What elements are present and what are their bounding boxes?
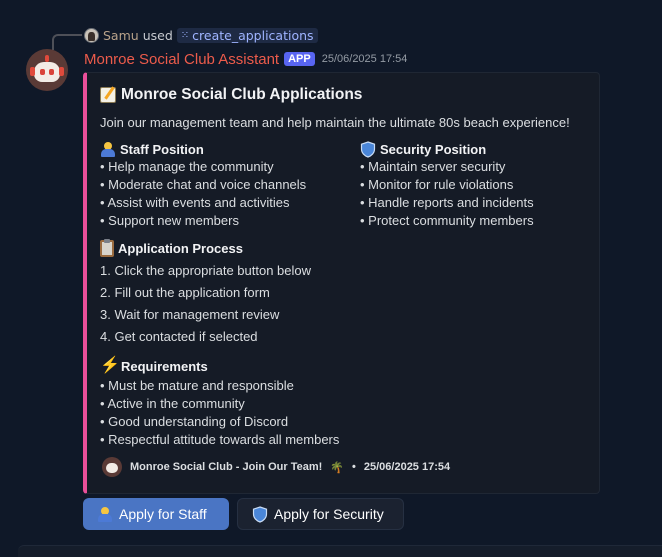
application-embed: Monroe Social Club Applications Join our…	[83, 72, 600, 494]
list-item: • Support new members	[100, 213, 239, 228]
staff-field: Staff Position • Help manage the communi…	[100, 140, 306, 230]
footer-separator: •	[352, 461, 356, 473]
reply-user-avatar[interactable]	[84, 27, 99, 43]
clipboard-icon	[100, 238, 114, 257]
apply-staff-button[interactable]: Apply for Staff	[83, 498, 229, 530]
security-field-list: • Maintain server security • Monitor for…	[360, 158, 534, 230]
list-item: • Help manage the community	[100, 159, 274, 174]
list-item: 4. Get contacted if selected	[100, 329, 258, 344]
command-name: create_applications	[192, 27, 314, 43]
list-item: • Respectful attitude towards all member…	[100, 432, 340, 447]
security-field: Security Position • Maintain server secu…	[360, 140, 534, 230]
list-item: 2. Fill out the application form	[100, 285, 270, 300]
list-item: • Handle reports and incidents	[360, 195, 534, 210]
list-item: • Assist with events and activities	[100, 195, 290, 210]
list-item: 3. Wait for management review	[100, 307, 280, 322]
embed-footer: Monroe Social Club - Join Our Team! 🌴 • …	[102, 457, 450, 477]
requirements-field-title: ⚡ Requirements	[100, 357, 339, 375]
reply-username[interactable]: Samu	[103, 28, 139, 43]
apply-staff-label: Apply for Staff	[119, 506, 207, 522]
shield-icon	[360, 140, 376, 158]
avatar-robot-face	[34, 62, 60, 82]
bot-avatar[interactable]	[26, 49, 68, 91]
command-chip[interactable]: ⁙ create_applications	[176, 27, 318, 43]
command-reply-header: Samu used ⁙ create_applications	[84, 26, 318, 44]
requirements-field-list: • Must be mature and responsible • Activ…	[100, 377, 339, 449]
list-item: • Monitor for rule violations	[360, 177, 514, 192]
person-icon	[97, 506, 113, 522]
apply-security-button[interactable]: Apply for Security	[237, 498, 404, 530]
person-icon	[100, 141, 116, 157]
apply-security-label: Apply for Security	[274, 506, 384, 522]
embed-description: Join our management team and help mainta…	[100, 115, 570, 130]
avatar-eye-left	[40, 69, 45, 75]
list-item: • Moderate chat and voice channels	[100, 177, 307, 192]
avatar-antenna	[45, 55, 49, 62]
shield-icon	[252, 505, 268, 523]
message-input-edge[interactable]	[18, 545, 662, 557]
footer-timestamp: 25/06/2025 17:54	[363, 461, 451, 473]
palm-tree-icon: 🌴	[330, 461, 345, 474]
security-field-label: Security Position	[380, 141, 487, 157]
embed-title: Monroe Social Club Applications	[100, 86, 362, 104]
message-header: Monroe Social Club Assistant APP 25/06/2…	[84, 49, 407, 69]
avatar-ear-left	[30, 67, 35, 76]
list-item: • Active in the community	[100, 396, 245, 411]
lightning-icon: ⚡	[100, 357, 120, 374]
staff-field-label: Staff Position	[120, 141, 204, 157]
process-field-title: Application Process	[100, 238, 311, 257]
message-timestamp[interactable]: 25/06/2025 17:54	[322, 53, 408, 65]
footer-text: Monroe Social Club - Join Our Team!	[130, 461, 323, 473]
process-field: Application Process 1. Click the appropr…	[100, 238, 311, 348]
avatar-ear-right	[59, 67, 64, 76]
staff-field-title: Staff Position	[100, 140, 306, 158]
app-badge: APP	[284, 52, 315, 66]
list-item: 1. Click the appropriate button below	[100, 263, 312, 278]
reply-connector	[52, 34, 82, 50]
requirements-field-label: Requirements	[121, 358, 208, 374]
requirements-field: ⚡ Requirements • Must be mature and resp…	[100, 357, 339, 449]
list-item: • Must be mature and responsible	[100, 378, 294, 393]
embed-title-text: Monroe Social Club Applications	[121, 86, 363, 103]
memo-icon	[100, 87, 116, 103]
staff-field-list: • Help manage the community • Moderate c…	[100, 158, 306, 230]
reply-used-text: used	[142, 27, 173, 43]
footer-avatar	[102, 457, 122, 477]
security-field-title: Security Position	[360, 140, 534, 158]
process-field-list: 1. Click the appropriate button below 2.…	[100, 260, 311, 348]
list-item: • Maintain server security	[360, 159, 506, 174]
process-field-label: Application Process	[118, 240, 243, 256]
slash-command-icon: ⁙	[180, 29, 190, 41]
list-item: • Good understanding of Discord	[100, 414, 289, 429]
list-item: • Protect community members	[360, 213, 534, 228]
bot-username[interactable]: Monroe Social Club Assistant	[84, 51, 279, 68]
avatar-eye-right	[49, 69, 54, 75]
